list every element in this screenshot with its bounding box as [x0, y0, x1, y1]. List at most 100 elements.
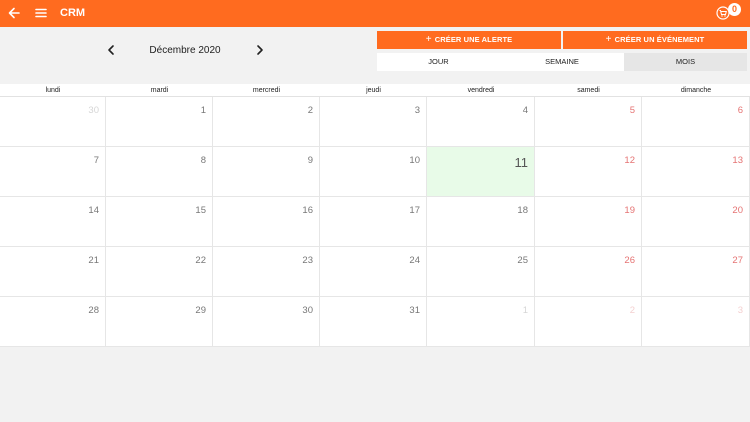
- day-number: 14: [88, 205, 99, 216]
- weekday-header: mardi: [150, 87, 169, 94]
- day-number: 22: [195, 255, 206, 266]
- calendar-day-cell[interactable]: 10: [320, 147, 427, 197]
- calendar-day-cell[interactable]: 5: [535, 97, 642, 147]
- day-number: 27: [732, 255, 743, 266]
- day-number: 2: [307, 105, 313, 116]
- calendar-day-cell[interactable]: 7: [0, 147, 106, 197]
- day-number: 15: [195, 205, 206, 216]
- calendar-day-cell[interactable]: 12: [535, 147, 642, 197]
- tab-day[interactable]: JOUR: [377, 53, 500, 71]
- create-alert-button[interactable]: + CRÉER UNE ALERTE: [377, 31, 561, 49]
- cart-button[interactable]: 0: [716, 3, 742, 23]
- day-number: 23: [302, 255, 313, 266]
- arrow-left-icon[interactable]: [6, 4, 22, 22]
- day-number: 1: [522, 305, 528, 316]
- app-title: CRM: [60, 7, 86, 19]
- day-number: 21: [88, 255, 99, 266]
- day-number: 1: [200, 105, 206, 116]
- day-number: 3: [737, 305, 743, 316]
- weekday-header-row: lundi mardi mercredi jeudi vendredi samedi dim…: [0, 84, 750, 97]
- day-number: 30: [88, 105, 99, 116]
- calendar-day-cell[interactable]: 1: [106, 97, 213, 147]
- calendar-day-cell[interactable]: 2: [213, 97, 320, 147]
- day-number: 25: [517, 255, 528, 266]
- calendar-day-cell[interactable]: 27: [642, 247, 750, 297]
- chevron-right-icon: [257, 45, 263, 55]
- calendar-day-cell[interactable]: 15: [106, 197, 213, 247]
- day-number: 12: [624, 155, 635, 166]
- calendar-day-cell[interactable]: 28: [0, 297, 106, 347]
- calendar-day-cell[interactable]: 30: [213, 297, 320, 347]
- plus-icon: +: [425, 34, 432, 45]
- chevron-left-icon: [108, 45, 114, 55]
- day-number: 9: [307, 155, 313, 166]
- day-number: 5: [629, 105, 635, 116]
- calendar-day-cell[interactable]: 20: [642, 197, 750, 247]
- day-number: 29: [195, 305, 206, 316]
- calendar-toolbar: Décembre 2020 + CRÉER UNE ALERTE + CRÉER U…: [0, 27, 750, 72]
- app-bar: CRM 0: [0, 0, 750, 27]
- calendar-day-cell[interactable]: 8: [106, 147, 213, 197]
- calendar-day-cell[interactable]: 3: [320, 97, 427, 147]
- day-number: 3: [414, 105, 420, 116]
- day-number: 6: [737, 105, 743, 116]
- calendar-day-cell[interactable]: 13: [642, 147, 750, 197]
- day-number: 7: [93, 155, 99, 166]
- view-tabs: JOUR SEMAINE MOIS: [377, 53, 747, 71]
- calendar-day-cell[interactable]: 2: [535, 297, 642, 347]
- calendar-day-cell[interactable]: 25: [427, 247, 535, 297]
- day-number: 2: [629, 305, 635, 316]
- day-number: 16: [302, 205, 313, 216]
- day-number: 20: [732, 205, 743, 216]
- calendar-day-cell[interactable]: 14: [0, 197, 106, 247]
- day-number: 8: [200, 155, 206, 166]
- weekday-header: samedi: [577, 87, 600, 94]
- day-number: 10: [409, 155, 420, 166]
- tab-week[interactable]: SEMAINE: [500, 53, 624, 71]
- create-event-label: CRÉER UN ÉVÉNEMENT: [614, 35, 705, 44]
- calendar-day-cell[interactable]: 17: [320, 197, 427, 247]
- calendar-day-cell[interactable]: 24: [320, 247, 427, 297]
- calendar-day-cell[interactable]: 1: [427, 297, 535, 347]
- weekday-header: mercredi: [252, 87, 281, 94]
- weekday-header: vendredi: [467, 87, 495, 94]
- calendar-day-cell[interactable]: 21: [0, 247, 106, 297]
- day-number: 11: [514, 155, 529, 170]
- calendar-day-cell-today[interactable]: 11: [427, 147, 535, 197]
- day-number: 13: [732, 155, 743, 166]
- calendar-day-cell[interactable]: 6: [642, 97, 750, 147]
- calendar-day-cell[interactable]: 23: [213, 247, 320, 297]
- month-label: Décembre 2020: [149, 45, 221, 56]
- calendar-day-cell[interactable]: 31: [320, 297, 427, 347]
- day-number: 17: [409, 205, 420, 216]
- calendar-day-cell[interactable]: 4: [427, 97, 535, 147]
- calendar-day-cell[interactable]: 30: [0, 97, 106, 147]
- next-month-button[interactable]: [253, 43, 267, 57]
- weekday-header: dimanche: [680, 87, 712, 94]
- plus-icon: +: [605, 34, 612, 45]
- calendar-day-cell[interactable]: 29: [106, 297, 213, 347]
- cart-count-badge: 0: [728, 3, 741, 16]
- hamburger-menu-icon[interactable]: [34, 5, 48, 21]
- previous-month-button[interactable]: [104, 43, 118, 57]
- day-number: 19: [624, 205, 635, 216]
- day-number: 31: [409, 305, 420, 316]
- create-event-button[interactable]: + CRÉER UN ÉVÉNEMENT: [563, 31, 747, 49]
- day-number: 26: [624, 255, 635, 266]
- tab-month[interactable]: MOIS: [624, 53, 747, 71]
- calendar-day-cell[interactable]: 3: [642, 297, 750, 347]
- calendar-day-cell[interactable]: 16: [213, 197, 320, 247]
- day-number: 30: [302, 305, 313, 316]
- calendar-day-cell[interactable]: 18: [427, 197, 535, 247]
- calendar-day-cell[interactable]: 19: [535, 197, 642, 247]
- calendar-day-cell[interactable]: 26: [535, 247, 642, 297]
- calendar-day-cell[interactable]: 22: [106, 247, 213, 297]
- day-number: 18: [517, 205, 528, 216]
- month-grid: 30 1 2 3 4 5 6 7 8 9 10 11 12 13 14 15 16 17 18 19 20 21 22 23 2…: [0, 97, 750, 347]
- create-alert-label: CRÉER UNE ALERTE: [434, 35, 513, 44]
- calendar-day-cell[interactable]: 9: [213, 147, 320, 197]
- weekday-header: jeudi: [366, 87, 381, 94]
- day-number: 28: [88, 305, 99, 316]
- weekday-header: lundi: [45, 87, 61, 94]
- day-number: 4: [522, 105, 528, 116]
